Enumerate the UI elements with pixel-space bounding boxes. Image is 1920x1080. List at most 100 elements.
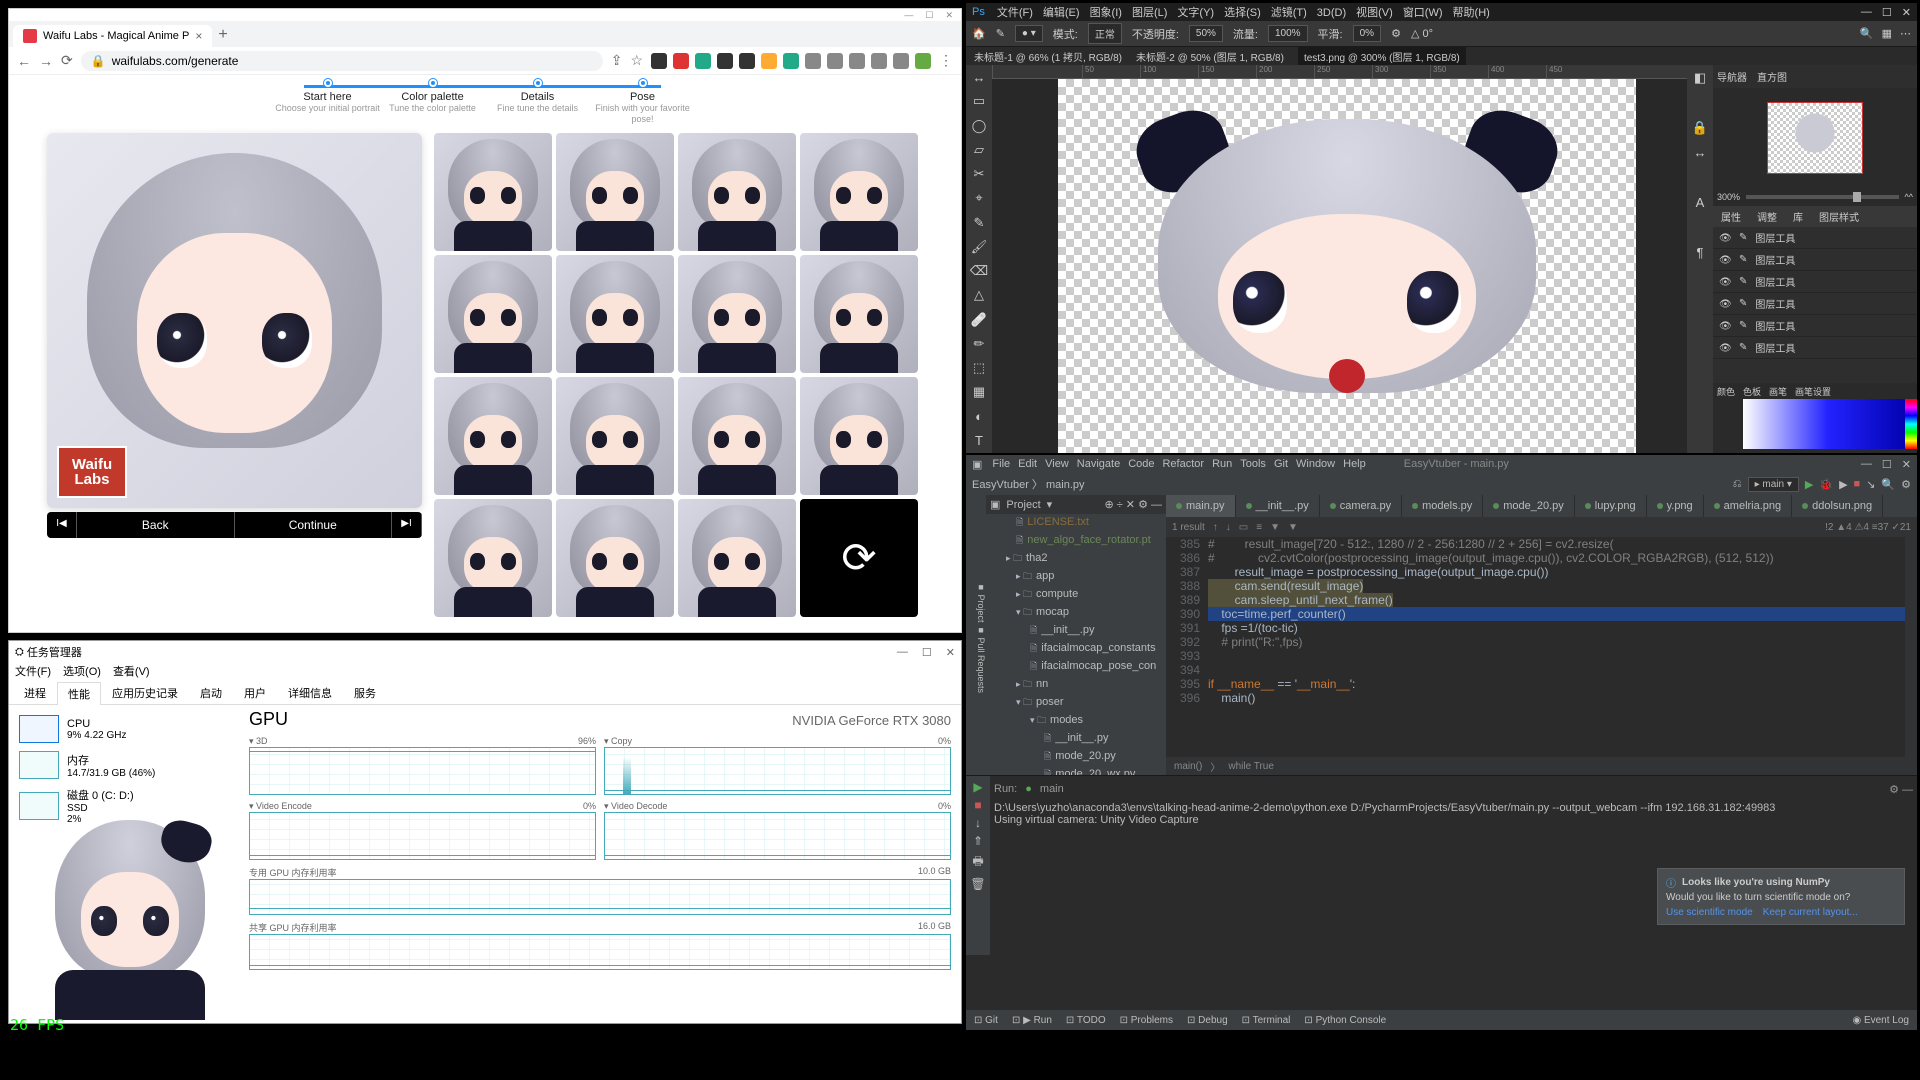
ps-menu-item[interactable]: 文件(F) bbox=[997, 7, 1033, 19]
ps-tool[interactable]: 🖌 bbox=[966, 235, 992, 259]
ide-menu-item[interactable]: Tools bbox=[1240, 458, 1266, 470]
extension-icon[interactable] bbox=[717, 53, 733, 69]
color-tab[interactable]: 色板 bbox=[1743, 385, 1761, 398]
editor-tab[interactable]: mode_20.py bbox=[1483, 495, 1575, 517]
stop-button[interactable]: ■ bbox=[974, 798, 981, 812]
close-icon[interactable]: ✕ bbox=[946, 646, 955, 659]
smooth-input[interactable]: 0% bbox=[1353, 25, 1381, 42]
ps-panel-icon[interactable]: ¶ bbox=[1687, 240, 1713, 265]
portrait-option[interactable] bbox=[800, 255, 918, 373]
tm-menu-item[interactable]: 文件(F) bbox=[15, 663, 51, 681]
zoom-value[interactable]: 300% bbox=[1717, 192, 1740, 202]
ps-menu-item[interactable]: 视图(V) bbox=[1356, 7, 1393, 19]
ps-menu-item[interactable]: 滤镜(T) bbox=[1271, 7, 1307, 19]
up-stack-icon[interactable]: ⇑ bbox=[973, 834, 983, 848]
up-icon[interactable]: ↑ bbox=[1213, 522, 1218, 533]
debug-button[interactable]: 🐞 bbox=[1819, 478, 1833, 491]
editor-tab[interactable]: main.py bbox=[1166, 495, 1236, 517]
ide-menu-item[interactable]: Git bbox=[1274, 458, 1288, 470]
layer-row[interactable]: 👁✎图层工具 bbox=[1713, 271, 1917, 293]
visibility-icon[interactable]: 👁 bbox=[1719, 233, 1731, 243]
new-tab-button[interactable]: + bbox=[218, 26, 227, 47]
tab-close-icon[interactable]: × bbox=[195, 29, 202, 43]
ps-menu-item[interactable]: 窗口(W) bbox=[1403, 7, 1443, 19]
search-icon[interactable]: 🔍 bbox=[1860, 27, 1874, 40]
run-tab-name[interactable]: main bbox=[1040, 783, 1064, 795]
share-icon[interactable]: ⇪ bbox=[611, 52, 623, 69]
layers-tab[interactable]: 库 bbox=[1785, 206, 1811, 227]
ps-doc-tab[interactable]: 未标题-1 @ 66% (1 拷贝, RGB/8) bbox=[974, 49, 1122, 64]
editor-tab[interactable]: ddolsun.png bbox=[1792, 495, 1883, 517]
status-item[interactable]: ⊡ Git bbox=[974, 1015, 998, 1026]
opacity-input[interactable]: 50% bbox=[1189, 25, 1223, 42]
maximize-icon[interactable]: ☐ bbox=[1882, 458, 1892, 471]
tree-item[interactable]: ▾ 🗀mocap bbox=[986, 604, 1166, 622]
maximize-icon[interactable]: ☐ bbox=[922, 646, 932, 659]
extension-icon[interactable] bbox=[673, 53, 689, 69]
tm-tab[interactable]: 详细信息 bbox=[277, 681, 343, 704]
extension-icon[interactable] bbox=[893, 53, 909, 69]
editor-tab[interactable]: __init__.py bbox=[1236, 495, 1320, 517]
maximize-icon[interactable]: ☐ bbox=[925, 10, 933, 21]
color-picker[interactable] bbox=[1743, 399, 1913, 449]
color-tab[interactable]: 画笔设置 bbox=[1795, 385, 1831, 398]
ps-tool[interactable]: ▦ bbox=[966, 380, 992, 404]
project-stripe[interactable]: ■ Project ■ Pull Requests bbox=[966, 495, 986, 775]
ps-panel-icon[interactable]: ◧ bbox=[1687, 65, 1713, 90]
portrait-option[interactable] bbox=[800, 133, 918, 251]
ps-menu-item[interactable]: 3D(D) bbox=[1317, 7, 1346, 19]
ps-tool[interactable]: ⌫ bbox=[966, 259, 992, 283]
minimize-icon[interactable]: — bbox=[904, 10, 913, 20]
extension-icon[interactable] bbox=[871, 53, 887, 69]
extension-icon[interactable] bbox=[827, 53, 843, 69]
event-log-button[interactable]: ◉ Event Log bbox=[1852, 1015, 1909, 1026]
use-scientific-link[interactable]: Use scientific mode bbox=[1666, 907, 1753, 918]
layer-row[interactable]: 👁✎图层工具 bbox=[1713, 315, 1917, 337]
tree-item[interactable]: ▾ 🗀modes bbox=[986, 712, 1166, 730]
tree-item[interactable]: 🗎mode_20_wx.py bbox=[986, 766, 1166, 775]
refresh-button[interactable]: ⟳ bbox=[800, 499, 918, 617]
ps-menu-item[interactable]: 文字(Y) bbox=[1177, 7, 1214, 19]
tm-menu-item[interactable]: 选项(O) bbox=[63, 663, 101, 681]
pause-icon[interactable]: ↓ bbox=[975, 816, 981, 830]
tm-resource-item[interactable]: 内存14.7/31.9 GB (46%) bbox=[15, 747, 233, 783]
ps-tool[interactable]: ✂ bbox=[966, 162, 992, 186]
home-icon[interactable]: 🏠 bbox=[972, 27, 986, 40]
url-input[interactable]: 🔒 waifulabs.com/generate bbox=[81, 51, 603, 71]
ps-tool[interactable]: ⌖ bbox=[966, 186, 992, 210]
ide-menu-item[interactable]: Navigate bbox=[1077, 458, 1120, 470]
portrait-option[interactable] bbox=[678, 499, 796, 617]
brush-icon[interactable]: ✎ bbox=[996, 27, 1005, 40]
layers-tab[interactable]: 属性 bbox=[1713, 206, 1749, 227]
search-icon[interactable]: 🔍 bbox=[1881, 478, 1895, 491]
layer-row[interactable]: 👁✎图层工具 bbox=[1713, 337, 1917, 359]
ps-tool[interactable]: ◐ bbox=[966, 405, 992, 429]
ps-menu-item[interactable]: 帮助(H) bbox=[1453, 7, 1490, 19]
step[interactable]: PoseFinish with your favorite pose! bbox=[590, 79, 695, 125]
step[interactable]: Start hereChoose your initial portrait bbox=[275, 79, 380, 125]
portrait-option[interactable] bbox=[556, 377, 674, 495]
browser-tab[interactable]: Waifu Labs - Magical Anime P × bbox=[13, 25, 212, 47]
nav-tab[interactable]: 导航器 bbox=[1717, 69, 1747, 84]
run-config-select[interactable]: ▸ main ▾ bbox=[1748, 477, 1799, 492]
portrait-option[interactable] bbox=[800, 377, 918, 495]
portrait-option[interactable] bbox=[434, 499, 552, 617]
portrait-option[interactable] bbox=[434, 377, 552, 495]
ps-menu-item[interactable]: 编辑(E) bbox=[1043, 7, 1080, 19]
ps-doc-tab[interactable]: test3.png @ 300% (图层 1, RGB/8) bbox=[1298, 47, 1466, 66]
ps-panel-icon[interactable] bbox=[1687, 90, 1713, 115]
step[interactable]: DetailsFine tune the details bbox=[485, 79, 590, 125]
run-button[interactable]: ▶ bbox=[1805, 478, 1813, 491]
ps-menu-item[interactable]: 选择(S) bbox=[1224, 7, 1261, 19]
ps-tool[interactable]: ▭ bbox=[966, 89, 992, 113]
select-all-icon[interactable]: ▭ bbox=[1239, 522, 1248, 533]
ide-menu-item[interactable]: Run bbox=[1212, 458, 1232, 470]
visibility-icon[interactable]: 👁 bbox=[1719, 321, 1731, 331]
navigator-thumb[interactable] bbox=[1713, 88, 1917, 188]
settings-icon[interactable]: ⚙ bbox=[1901, 478, 1911, 491]
trash-icon[interactable]: 🗑 bbox=[970, 877, 985, 891]
tree-item[interactable]: 🗎LICENSE.txt bbox=[986, 514, 1166, 532]
tree-item[interactable]: 🗎__init__.py bbox=[986, 622, 1166, 640]
ide-menu-item[interactable]: View bbox=[1045, 458, 1069, 470]
minimize-icon[interactable]: — bbox=[897, 646, 908, 659]
